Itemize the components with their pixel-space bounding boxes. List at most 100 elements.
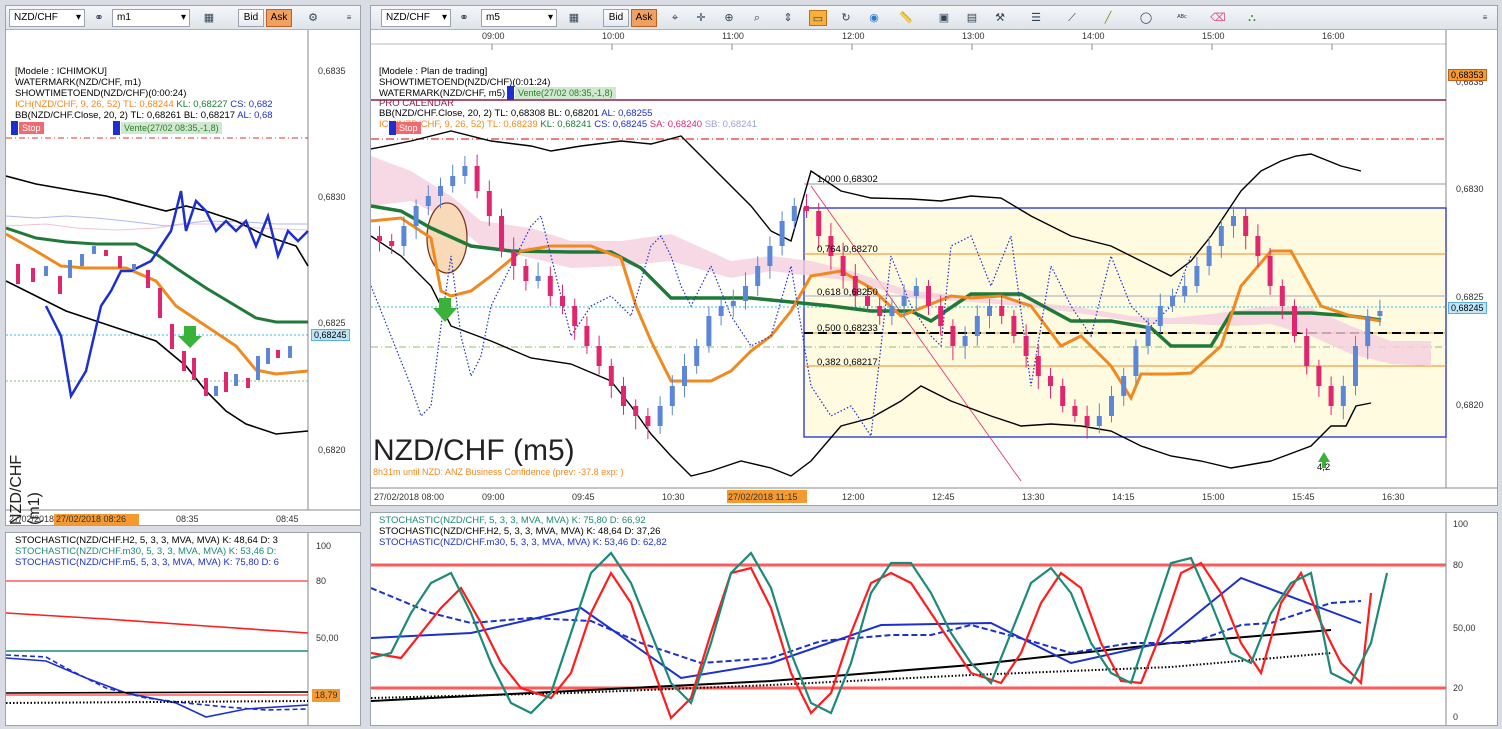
top-time-label: 12:00 bbox=[842, 31, 865, 41]
main-stochastic-panel[interactable]: STOCHASTIC(NZD/CHF, 5, 3, 3, MVA, MVA) K… bbox=[370, 512, 1498, 726]
candle-body bbox=[547, 276, 553, 296]
candle-body bbox=[584, 326, 590, 346]
candle-body bbox=[779, 221, 785, 246]
vente-label[interactable]: Vente(27/02 08:35,-1,8) bbox=[121, 122, 222, 134]
time-label: 09:45 bbox=[572, 492, 595, 502]
price-label: 0,6825 bbox=[318, 318, 346, 328]
left-chart-panel[interactable]: NZD/CHF ▾ ⚭ m1 ▾ ▦ Bid Ask ⚙ ≡ [Modele:… bbox=[5, 5, 361, 526]
candle-body bbox=[1096, 416, 1102, 426]
candle-body bbox=[901, 296, 907, 306]
candle-body bbox=[694, 346, 700, 366]
candle-body bbox=[1340, 386, 1346, 406]
price-label: 0,6825 bbox=[1456, 292, 1484, 302]
candle-body bbox=[1023, 336, 1029, 356]
candle-body bbox=[462, 166, 468, 176]
price-label: 0,6820 bbox=[318, 445, 346, 455]
main-bb-legend: BB(NZD/CHF.Close, 20, 2) TL: 0,68308 BL:… bbox=[379, 108, 653, 119]
left-legend-1: WATERMARK(NZD/CHF, m1) bbox=[15, 77, 142, 88]
price-label: 0,6820 bbox=[1456, 400, 1484, 410]
candle-body bbox=[438, 186, 443, 196]
fib-level-382: 0,382 0,68217 bbox=[817, 357, 878, 368]
candle-body bbox=[1035, 356, 1041, 376]
candle-body bbox=[1255, 236, 1261, 256]
candle-body bbox=[1121, 376, 1127, 396]
candle-body bbox=[1231, 216, 1236, 226]
candle-body bbox=[486, 191, 492, 216]
vente-label[interactable]: Vente(27/02 08:35,-1,8) bbox=[515, 87, 616, 99]
down-arrow-icon bbox=[433, 298, 457, 322]
candle-body bbox=[1365, 316, 1371, 346]
candle-body bbox=[377, 236, 382, 241]
candle-body bbox=[535, 276, 541, 281]
candle-body bbox=[743, 286, 748, 301]
left-stoch-legend-2: STOCHASTIC(NZD/CHF.m5, 5, 3, 3, MVA, MVA… bbox=[15, 557, 279, 568]
main-ich-legend: ICH(NZD/CHF, 9, 26, 52) TL: 0,68239 KL: … bbox=[379, 119, 757, 130]
candle-body bbox=[913, 286, 919, 296]
candle-body bbox=[1170, 296, 1175, 306]
level-label: 100 bbox=[316, 541, 332, 551]
candle-body bbox=[755, 266, 761, 286]
time-label: 15:45 bbox=[1292, 492, 1315, 502]
price-label: 0,6830 bbox=[318, 192, 346, 202]
candle-body bbox=[791, 206, 797, 221]
time-label: 12:45 bbox=[932, 492, 955, 502]
candle-body bbox=[767, 246, 773, 266]
main-chart-panel[interactable]: NZD/CHF ▾ ⚭ m5 ▾ ▦ Bid Ask ⌖ ✛ ⊕ ⌕ ⇕ ▭ ↻ ◉… bbox=[370, 5, 1498, 506]
top-time-label: 16:00 bbox=[1322, 31, 1345, 41]
top-time-label: 14:00 bbox=[1082, 31, 1105, 41]
level-label-highlight: 18,79 bbox=[315, 690, 338, 700]
candle-body bbox=[633, 406, 639, 416]
candle-body bbox=[1194, 266, 1200, 286]
candle-body bbox=[669, 386, 675, 406]
candle-body bbox=[730, 301, 736, 306]
candle-body bbox=[974, 316, 980, 336]
candle-body bbox=[523, 266, 529, 281]
stop-label[interactable]: Stop bbox=[396, 122, 421, 134]
time-label: 14:15 bbox=[1112, 492, 1135, 502]
order-marker[interactable] bbox=[389, 121, 396, 135]
top-time-label: 09:00 bbox=[482, 31, 505, 41]
candle-body bbox=[1218, 226, 1224, 246]
order-marker[interactable] bbox=[113, 121, 120, 135]
candle-body bbox=[1292, 306, 1297, 336]
time-label: 10:30 bbox=[662, 492, 685, 502]
time-label: 16:30 bbox=[1382, 492, 1405, 502]
time-label: 08:35 bbox=[176, 514, 199, 524]
level-label: 0 bbox=[1453, 712, 1459, 722]
candle-body bbox=[1048, 376, 1053, 386]
candle-body bbox=[1072, 406, 1078, 416]
order-marker[interactable] bbox=[507, 86, 514, 100]
top-time-label: 10:00 bbox=[602, 31, 625, 41]
time-label: 12:00 bbox=[842, 492, 865, 502]
candle-body bbox=[572, 306, 578, 326]
order-marker[interactable] bbox=[11, 121, 18, 135]
candle-body bbox=[657, 406, 663, 426]
candle-body bbox=[596, 346, 602, 366]
candle-body bbox=[621, 386, 626, 406]
level-label: 20 bbox=[1453, 683, 1464, 693]
stop-label[interactable]: Stop bbox=[19, 122, 44, 134]
time-label: 27/02/2018 bbox=[9, 514, 55, 524]
left-stoch-legend-1: STOCHASTIC(NZD/CHF.m30, 5, 3, 3, MVA, MV… bbox=[15, 546, 277, 557]
candle-body bbox=[499, 216, 504, 251]
candle-body bbox=[389, 241, 395, 246]
left-stochastic-panel[interactable]: STOCHASTIC(NZD/CHF.H2, 5, 3, 3, MVA, MVA… bbox=[5, 532, 361, 726]
candle-body bbox=[1267, 256, 1273, 286]
candle-body bbox=[1353, 346, 1358, 386]
top-time-label: 11:00 bbox=[722, 31, 744, 41]
time-label-highlight: 27/02/2018 11:15 bbox=[728, 492, 798, 502]
current-price-badge: 0,68245 bbox=[1448, 302, 1487, 314]
level-label: 50,00 bbox=[1453, 623, 1476, 633]
candle-body bbox=[816, 211, 822, 236]
fib-level-1000: 1,000 0,68302 bbox=[817, 174, 878, 185]
main-stoch-legend-1: STOCHASTIC(NZD/CHF.H2, 5, 3, 3, MVA, MVA… bbox=[379, 526, 661, 537]
left-legend-2: SHOWTIMETOEND(NZD/CHF)(0:00:24) bbox=[15, 88, 187, 99]
time-label: 09:00 bbox=[482, 492, 505, 502]
level-label: 50,00 bbox=[316, 633, 339, 643]
candle-body bbox=[1316, 366, 1322, 386]
top-time-label: 15:00 bbox=[1202, 31, 1225, 41]
time-label-highlight: 27/02/2018 08:26 bbox=[56, 514, 127, 524]
candle-body bbox=[1133, 346, 1139, 376]
candle-body bbox=[1084, 416, 1090, 426]
candle-body bbox=[450, 176, 456, 186]
